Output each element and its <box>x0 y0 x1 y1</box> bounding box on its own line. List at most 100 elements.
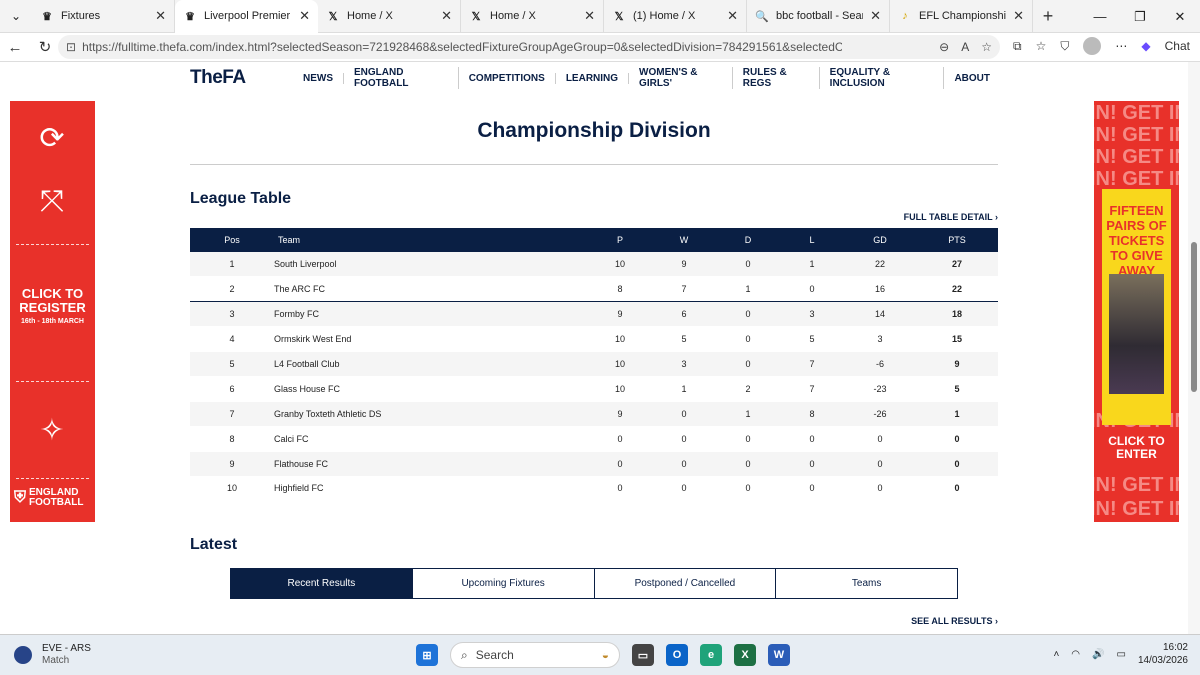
profile-avatar[interactable] <box>1083 37 1102 55</box>
cell-pts: 1 <box>916 401 998 427</box>
cell-pts: 0 <box>916 476 998 502</box>
nav-rules-regs[interactable]: RULES & REGS <box>733 67 820 89</box>
full-table-link[interactable]: FULL TABLE DETAIL › <box>904 212 998 222</box>
right-advert[interactable]: IN! GET IN! IN! GET IN! IN! GET IN! IN! … <box>1094 101 1179 522</box>
cell-team[interactable]: Calci FC <box>274 426 588 452</box>
url-field[interactable]: ⊡ https://fulltime.thefa.com/index.html?… <box>58 35 1000 59</box>
favorites-icon[interactable]: ☆ <box>1036 39 1047 53</box>
copilot-icon[interactable]: ◆ <box>1141 39 1150 53</box>
favorite-star-icon[interactable]: ☆ <box>981 40 992 54</box>
scrollbar-thumb[interactable] <box>1191 242 1197 392</box>
chat-label[interactable]: Chat <box>1165 39 1190 53</box>
read-aloud-icon[interactable]: A <box>961 40 969 54</box>
browser-tab-bar: ⌄ ♛ Fixtures ✕ ♛ Liverpool Premier Leag … <box>0 0 1200 33</box>
site-info-icon[interactable]: ⊡ <box>66 40 76 54</box>
browser-tab[interactable]: 𝕏 (1) Home / X ✕ <box>604 0 747 33</box>
shield-icon[interactable]: ⛉ <box>1060 39 1069 54</box>
close-tab-icon[interactable]: ✕ <box>870 8 881 24</box>
task-view-icon[interactable]: ▭ <box>632 644 654 666</box>
close-tab-icon[interactable]: ✕ <box>299 8 310 24</box>
tab-title: (1) Home / X <box>633 10 696 22</box>
cell-team[interactable]: Glass House FC <box>274 376 588 402</box>
cell-team[interactable]: Flathouse FC <box>274 451 588 477</box>
zoom-icon[interactable]: ⊖ <box>939 40 949 54</box>
cell-team[interactable]: Granby Toxteth Athletic DS <box>274 401 588 427</box>
taskbar-search[interactable]: ⌕ Search ◒ <box>450 642 620 668</box>
nav-womens-girls[interactable]: WOMEN'S & GIRLS' <box>629 67 733 89</box>
close-window-icon[interactable]: ✕ <box>1160 0 1200 33</box>
tab-title: Fixtures <box>61 10 101 22</box>
cell-team[interactable]: L4 Football Club <box>274 351 588 377</box>
cell-team[interactable]: Highfield FC <box>274 476 588 502</box>
tab-actions-chevron-icon[interactable]: ⌄ <box>0 0 32 33</box>
cell-w: 9 <box>652 252 716 278</box>
close-tab-icon[interactable]: ✕ <box>441 8 452 24</box>
close-tab-icon[interactable]: ✕ <box>584 8 595 24</box>
browser-tab[interactable]: 𝕏 Home / X ✕ <box>318 0 461 33</box>
col-team: Team <box>278 235 301 245</box>
cell-w: 7 <box>652 276 716 303</box>
register-cta[interactable]: CLICK TO REGISTER <box>10 287 95 315</box>
match-widget[interactable]: EVE - ARS Match <box>14 643 91 667</box>
minimize-icon[interactable]: — <box>1080 0 1120 33</box>
nav-competitions[interactable]: COMPETITIONS <box>459 72 556 84</box>
cell-team[interactable]: The ARC FC <box>274 276 588 303</box>
col-d: D <box>744 235 752 245</box>
extensions-icon[interactable]: ⧉ <box>1013 39 1022 54</box>
tab-teams[interactable]: Teams <box>776 569 957 598</box>
volume-icon[interactable]: 🔊 <box>1092 649 1104 660</box>
full-table-label: FULL TABLE DETAIL <box>903 212 993 222</box>
cell-team[interactable]: Ormskirk West End <box>274 326 588 353</box>
cell-pts: 9 <box>916 351 998 377</box>
enter-cta[interactable]: CLICK TO ENTER <box>1094 435 1179 461</box>
tab-upcoming-fixtures[interactable]: Upcoming Fixtures <box>413 569 595 598</box>
cell-team[interactable]: Formby FC <box>274 301 588 328</box>
nav-equality-inclusion[interactable]: EQUALITY & INCLUSION <box>820 67 945 89</box>
see-all-results-link[interactable]: SEE ALL RESULTS › <box>911 616 998 626</box>
edge-icon[interactable]: e <box>700 644 722 666</box>
back-icon[interactable]: ← <box>0 39 30 56</box>
close-tab-icon[interactable]: ✕ <box>1013 8 1024 24</box>
wifi-icon[interactable]: ◠ <box>1071 649 1080 660</box>
browser-tab[interactable]: ♪ EFL Championship ✕ <box>890 0 1033 33</box>
cell-pts: 5 <box>916 376 998 402</box>
excel-icon[interactable]: X <box>734 644 756 666</box>
start-windows-icon[interactable]: ⊞ <box>416 644 438 666</box>
ad-bg-text: IN! GET IN! <box>1094 168 1179 190</box>
close-tab-icon[interactable]: ✕ <box>727 8 738 24</box>
browser-tab[interactable]: 𝕏 Home / X ✕ <box>461 0 604 33</box>
battery-icon[interactable]: ▭ <box>1116 649 1125 660</box>
page-scrollbar[interactable] <box>1188 62 1200 634</box>
word-icon[interactable]: W <box>768 644 790 666</box>
left-advert[interactable]: ⟳ ⤧ CLICK TO REGISTER 16th - 18th MARCH … <box>10 101 95 522</box>
refresh-icon[interactable]: ↻ <box>30 38 60 56</box>
more-menu-icon[interactable]: ⋯ <box>1115 39 1127 53</box>
cell-pos: 10 <box>190 476 274 502</box>
cell-team[interactable]: South Liverpool <box>274 252 588 278</box>
nav-england-football[interactable]: ENGLAND FOOTBALL <box>344 67 459 89</box>
tab-postponed-cancelled[interactable]: Postponed / Cancelled <box>595 569 777 598</box>
chevron-up-icon[interactable]: ˄ <box>1053 649 1059 660</box>
browser-tab-active[interactable]: ♛ Liverpool Premier Leag ✕ <box>175 0 318 33</box>
clock[interactable]: 16:02 14/03/2026 <box>1138 641 1188 667</box>
cell-l: 0 <box>780 451 844 477</box>
ad-yellow-panel: FIFTEEN PAIRS OF TICKETS TO GIVE AWAY <box>1102 189 1171 425</box>
ad-bg-text: IN! GET IN! <box>1094 146 1179 168</box>
browser-tab[interactable]: 🔍 bbc football - Search ✕ <box>747 0 890 33</box>
nav-learning[interactable]: LEARNING <box>556 72 630 84</box>
chevron-right-icon: › <box>995 212 998 222</box>
browser-tab[interactable]: ♛ Fixtures ✕ <box>32 0 175 33</box>
three-lions-icon: ⛨ <box>14 489 27 506</box>
fa-logo[interactable]: TheFA <box>190 67 293 89</box>
restore-icon[interactable]: ❐ <box>1120 0 1160 33</box>
web-page: TheFA NEWS ENGLAND FOOTBALL COMPETITIONS… <box>0 62 1200 634</box>
cell-d: 0 <box>716 476 780 502</box>
nav-about[interactable]: ABOUT <box>944 73 1000 84</box>
tab-recent-results[interactable]: Recent Results <box>231 569 413 598</box>
nav-news[interactable]: NEWS <box>293 72 345 84</box>
close-tab-icon[interactable]: ✕ <box>155 8 166 24</box>
new-tab-icon[interactable]: + <box>1033 6 1063 27</box>
outlook-icon[interactable]: O <box>666 644 688 666</box>
cell-gd: 3 <box>844 326 916 353</box>
cell-l: 7 <box>780 351 844 377</box>
